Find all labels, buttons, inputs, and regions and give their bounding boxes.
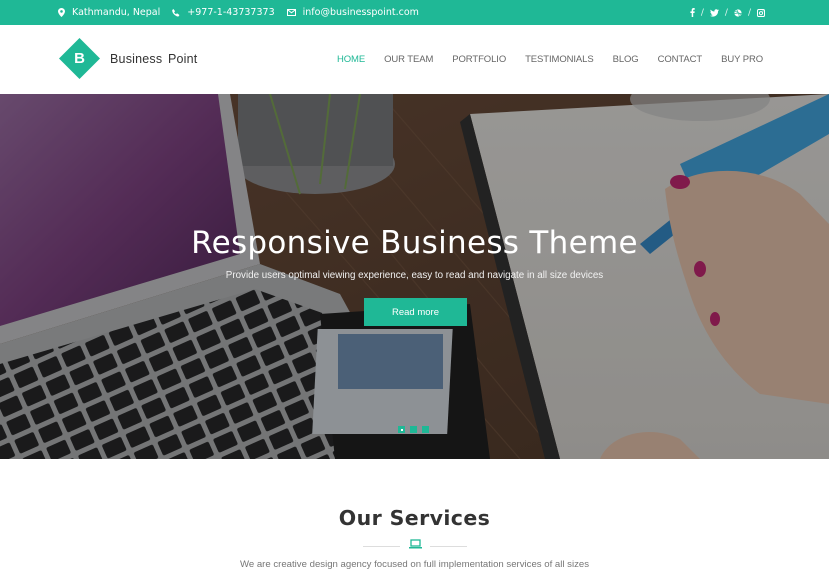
nav-item-portfolio[interactable]: PORTFOLIO — [452, 54, 506, 65]
email-item[interactable]: info@businesspoint.com — [286, 7, 419, 18]
dribbble-link[interactable] — [734, 8, 742, 17]
hero-title: Responsive Business Theme — [191, 225, 638, 261]
slider-dot-1[interactable] — [398, 426, 405, 433]
location-text: Kathmandu, Nepal — [72, 7, 161, 18]
nav-item-blog[interactable]: BLOG — [613, 54, 639, 65]
nav-item-contact[interactable]: CONTACT — [658, 54, 703, 65]
envelope-icon — [286, 9, 296, 16]
facebook-link[interactable] — [690, 8, 695, 17]
site-logo[interactable]: B Business Point — [58, 37, 197, 80]
divider-line-right — [430, 546, 467, 547]
hero-subtitle: Provide users optimal viewing experience… — [225, 270, 604, 281]
slider-dot-3[interactable] — [422, 426, 429, 433]
hero-slider: Responsive Business Theme Provide users … — [0, 94, 829, 459]
social-separator: / — [724, 7, 728, 18]
site-header: B Business Point HOME OUR TEAM PORTFOLIO… — [0, 25, 829, 94]
instagram-link[interactable] — [757, 8, 765, 17]
read-more-button[interactable]: Read more — [364, 298, 467, 326]
instagram-icon[interactable] — [757, 8, 765, 17]
social-separator: / — [747, 7, 751, 18]
services-subtitle: We are creative design agency focused on… — [239, 559, 590, 570]
map-marker-icon — [58, 8, 65, 17]
nav-item-buy-pro[interactable]: BUY PRO — [721, 54, 763, 65]
main-nav: HOME OUR TEAM PORTFOLIO TESTIMONIALS BLO… — [318, 25, 763, 94]
nav-item-home[interactable]: HOME — [337, 54, 365, 65]
logo-diamond-icon[interactable]: B — [58, 37, 101, 80]
laptop-icon — [409, 539, 422, 549]
services-divider — [363, 539, 467, 553]
twitter-link[interactable] — [709, 8, 719, 17]
phone-text[interactable]: +977-1-43737373 — [187, 7, 274, 18]
services-section: Our Services We are creative design agen… — [0, 459, 829, 580]
logo-letter: B — [74, 50, 85, 67]
dribbble-icon[interactable] — [734, 8, 742, 17]
phone-item[interactable]: +977-1-43737373 — [172, 7, 275, 18]
slider-dot-2[interactable] — [410, 426, 417, 433]
nav-item-our-team[interactable]: OUR TEAM — [384, 54, 433, 65]
email-text[interactable]: info@businesspoint.com — [303, 7, 419, 18]
nav-item-testimonials[interactable]: TESTIMONIALS — [525, 54, 594, 65]
top-bar: Kathmandu, Nepal +977-1-43737373 info@bu… — [0, 0, 829, 25]
site-name[interactable]: Business Point — [110, 52, 197, 66]
contact-info: Kathmandu, Nepal +977-1-43737373 info@bu… — [58, 0, 431, 25]
services-title: Our Services — [338, 506, 491, 530]
facebook-icon[interactable] — [690, 8, 695, 17]
slider-pagination — [398, 426, 434, 433]
phone-icon — [172, 8, 180, 17]
location-item: Kathmandu, Nepal — [58, 7, 160, 18]
divider-line-left — [363, 546, 400, 547]
social-separator: / — [700, 7, 704, 18]
social-links: / / / — [690, 0, 765, 25]
twitter-icon[interactable] — [709, 8, 719, 17]
